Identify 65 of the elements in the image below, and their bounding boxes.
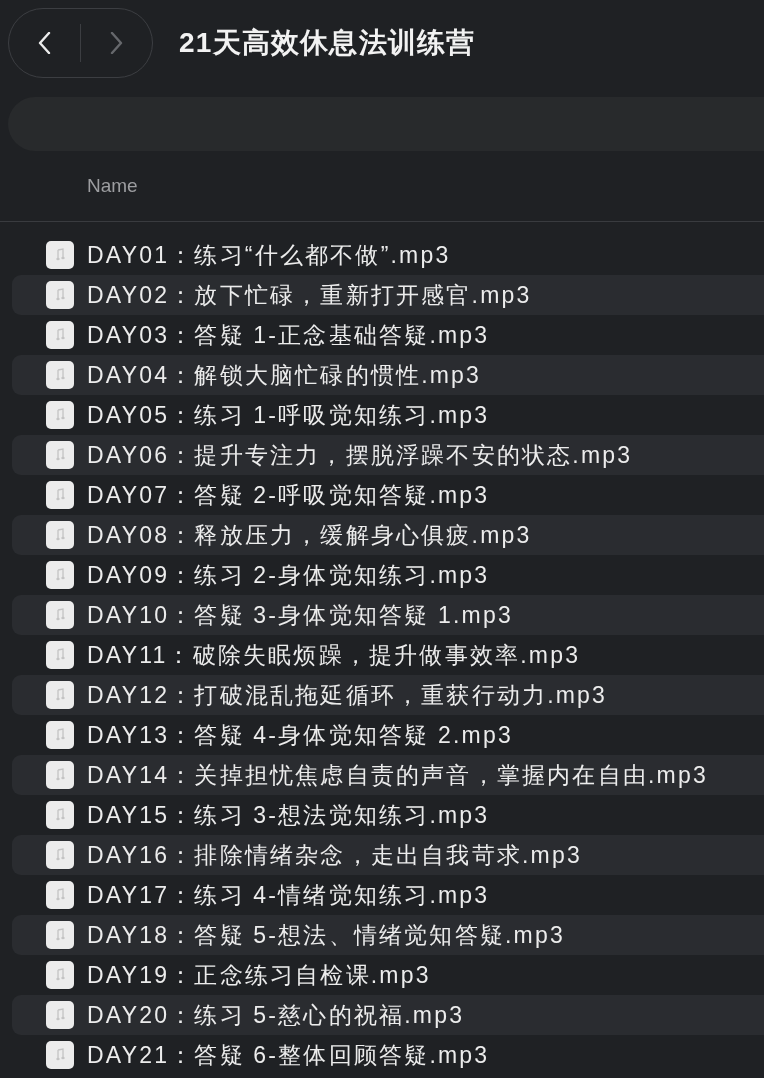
music-file-icon: [46, 1041, 74, 1069]
music-file-icon: [46, 241, 74, 269]
music-file-icon: [46, 601, 74, 629]
music-file-icon: [46, 521, 74, 549]
file-row[interactable]: DAY15：练习 3-想法觉知练习.mp3: [12, 795, 764, 835]
file-row[interactable]: DAY16：排除情绪杂念，走出自我苛求.mp3: [12, 835, 764, 875]
music-file-icon: [46, 721, 74, 749]
file-name: DAY02：放下忙碌，重新打开感官.mp3: [87, 280, 532, 310]
file-name: DAY04：解锁大脑忙碌的惯性.mp3: [87, 360, 482, 390]
file-name: DAY12：打破混乱拖延循环，重获行动力.mp3: [87, 680, 608, 710]
file-row[interactable]: DAY05：练习 1-呼吸觉知练习.mp3: [12, 395, 764, 435]
file-row[interactable]: DAY03：答疑 1-正念基础答疑.mp3: [12, 315, 764, 355]
file-name: DAY08：释放压力，缓解身心俱疲.mp3: [87, 520, 532, 550]
file-name: DAY15：练习 3-想法觉知练习.mp3: [87, 800, 490, 830]
file-name: DAY10：答疑 3-身体觉知答疑 1.mp3: [87, 600, 513, 630]
file-row[interactable]: DAY10：答疑 3-身体觉知答疑 1.mp3: [12, 595, 764, 635]
music-file-icon: [46, 801, 74, 829]
music-file-icon: [46, 881, 74, 909]
file-row[interactable]: DAY11：破除失眠烦躁，提升做事效率.mp3: [12, 635, 764, 675]
music-file-icon: [46, 681, 74, 709]
music-file-icon: [46, 961, 74, 989]
file-row[interactable]: DAY09：练习 2-身体觉知练习.mp3: [12, 555, 764, 595]
music-file-icon: [46, 281, 74, 309]
file-row[interactable]: DAY14：关掉担忧焦虑自责的声音，掌握内在自由.mp3: [12, 755, 764, 795]
music-file-icon: [46, 441, 74, 469]
file-name: DAY03：答疑 1-正念基础答疑.mp3: [87, 320, 490, 350]
file-row[interactable]: DAY12：打破混乱拖延循环，重获行动力.mp3: [12, 675, 764, 715]
file-row[interactable]: DAY08：释放压力，缓解身心俱疲.mp3: [12, 515, 764, 555]
music-file-icon: [46, 921, 74, 949]
file-row[interactable]: DAY18：答疑 5-想法、情绪觉知答疑.mp3: [12, 915, 764, 955]
file-row[interactable]: DAY17：练习 4-情绪觉知练习.mp3: [12, 875, 764, 915]
file-name: DAY07：答疑 2-呼吸觉知答疑.mp3: [87, 480, 490, 510]
file-row[interactable]: DAY07：答疑 2-呼吸觉知答疑.mp3: [12, 475, 764, 515]
file-name: DAY17：练习 4-情绪觉知练习.mp3: [87, 880, 490, 910]
file-name: DAY09：练习 2-身体觉知练习.mp3: [87, 560, 490, 590]
file-name: DAY21：答疑 6-整体回顾答疑.mp3: [87, 1040, 490, 1070]
file-name: DAY16：排除情绪杂念，走出自我苛求.mp3: [87, 840, 582, 870]
music-file-icon: [46, 841, 74, 869]
music-file-icon: [46, 761, 74, 789]
file-row[interactable]: DAY02：放下忙碌，重新打开感官.mp3: [12, 275, 764, 315]
file-row[interactable]: DAY01：练习“什么都不做”.mp3: [12, 235, 764, 275]
file-name: DAY06：提升专注力，摆脱浮躁不安的状态.mp3: [87, 440, 633, 470]
file-row[interactable]: DAY06：提升专注力，摆脱浮躁不安的状态.mp3: [12, 435, 764, 475]
music-file-icon: [46, 641, 74, 669]
music-file-icon: [46, 401, 74, 429]
music-file-icon: [46, 561, 74, 589]
file-name: DAY20：练习 5-慈心的祝福.mp3: [87, 1000, 465, 1030]
file-name: DAY01：练习“什么都不做”.mp3: [87, 240, 451, 270]
file-name: DAY13：答疑 4-身体觉知答疑 2.mp3: [87, 720, 513, 750]
file-name: DAY05：练习 1-呼吸觉知练习.mp3: [87, 400, 490, 430]
music-file-icon: [46, 361, 74, 389]
file-name: DAY18：答疑 5-想法、情绪觉知答疑.mp3: [87, 920, 565, 950]
window-title: 21天高效休息法训练营: [179, 26, 476, 60]
music-file-icon: [46, 481, 74, 509]
file-row[interactable]: DAY04：解锁大脑忙碌的惯性.mp3: [12, 355, 764, 395]
file-row[interactable]: DAY20：练习 5-慈心的祝福.mp3: [12, 995, 764, 1035]
music-file-icon: [46, 1001, 74, 1029]
column-header[interactable]: Name: [87, 175, 138, 197]
file-row[interactable]: DAY21：答疑 6-整体回顾答疑.mp3: [12, 1035, 764, 1075]
file-name: DAY19：正念练习自检课.mp3: [87, 960, 431, 990]
file-row[interactable]: DAY13：答疑 4-身体觉知答疑 2.mp3: [12, 715, 764, 755]
file-row[interactable]: DAY19：正念练习自检课.mp3: [12, 955, 764, 995]
file-name: DAY11：破除失眠烦躁，提升做事效率.mp3: [87, 640, 581, 670]
music-file-icon: [46, 321, 74, 349]
file-name: DAY14：关掉担忧焦虑自责的声音，掌握内在自由.mp3: [87, 760, 708, 790]
